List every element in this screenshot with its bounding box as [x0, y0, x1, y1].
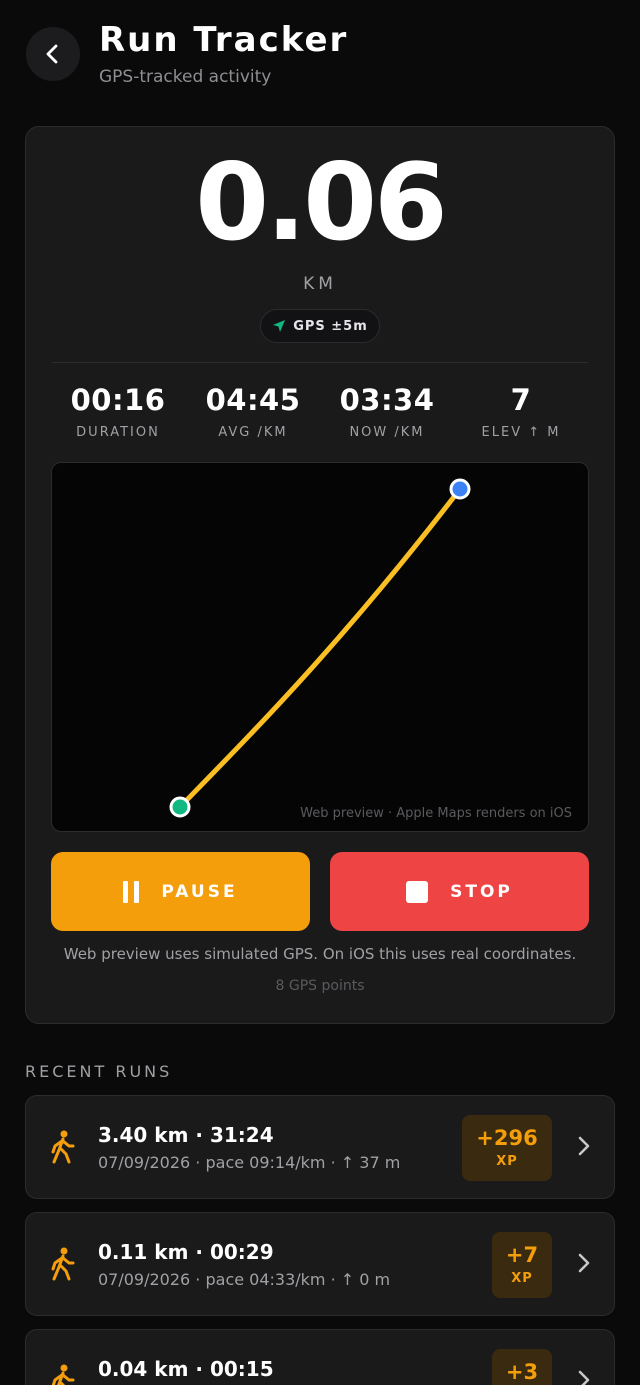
list-item[interactable]: 0.11 km · 00:29 07/09/2026 · pace 04:33/…	[25, 1212, 615, 1316]
walking-person-icon	[51, 1247, 75, 1281]
stat-value: 04:45	[205, 383, 301, 417]
walking-person-icon	[51, 1130, 75, 1164]
route-path	[177, 486, 463, 810]
simulated-gps-note: Web preview uses simulated GPS. On iOS t…	[63, 945, 577, 963]
distance-unit: KM	[303, 274, 337, 294]
chevron-left-icon	[46, 44, 58, 64]
stat-elevation: 7 ELEV ↑ M	[451, 383, 591, 440]
stop-icon	[406, 880, 429, 903]
gps-points-count: 8 GPS points	[275, 978, 365, 994]
stat-label: AVG /KM	[218, 424, 288, 440]
xp-badge: +296 XP	[462, 1115, 552, 1181]
stat-avg-pace: 04:45 AVG /KM	[183, 383, 323, 440]
xp-unit: XP	[511, 1270, 533, 1286]
gps-accuracy-label: GPS ±5m	[293, 318, 368, 334]
xp-unit: XP	[496, 1153, 518, 1169]
xp-badge: +3 XP	[492, 1349, 552, 1385]
stat-value: 7	[510, 383, 532, 417]
stat-duration: 00:16 DURATION	[48, 383, 188, 440]
chevron-right-icon	[578, 1370, 590, 1385]
xp-value: +7	[505, 1243, 539, 1268]
route-start-marker	[169, 796, 191, 818]
stat-label: ELEV ↑ M	[481, 424, 561, 440]
run-details: 07/09/2026 · pace 04:33/km · ↑ 0 m	[98, 1270, 391, 1289]
walking-person-icon	[51, 1364, 75, 1385]
pause-label: PAUSE	[161, 881, 238, 902]
pause-icon	[123, 880, 140, 903]
xp-badge: +7 XP	[492, 1232, 552, 1298]
list-item[interactable]: 0.04 km · 00:15 +3 XP	[25, 1329, 615, 1385]
run-summary: 0.04 km · 00:15	[98, 1357, 274, 1381]
stat-value: 00:16	[70, 383, 166, 417]
stat-current-pace: 03:34 NOW /KM	[317, 383, 457, 440]
page-subtitle: GPS-tracked activity	[99, 67, 272, 87]
back-button[interactable]	[26, 27, 80, 81]
route-end-marker	[449, 478, 471, 500]
run-summary: 0.11 km · 00:29	[98, 1240, 274, 1264]
divider	[52, 362, 588, 363]
stat-label: NOW /KM	[349, 424, 425, 440]
stat-label: DURATION	[76, 424, 160, 440]
location-arrow-icon	[273, 320, 286, 332]
stop-button[interactable]: STOP	[330, 852, 589, 931]
map-preview-note: Web preview · Apple Maps renders on iOS	[300, 806, 572, 821]
chevron-right-icon	[578, 1253, 590, 1273]
gps-accuracy-badge: GPS ±5m	[260, 309, 380, 343]
run-details: 07/09/2026 · pace 09:14/km · ↑ 37 m	[98, 1153, 401, 1172]
run-summary: 3.40 km · 31:24	[98, 1123, 274, 1147]
xp-value: +296	[476, 1126, 538, 1151]
chevron-right-icon	[578, 1136, 590, 1156]
stat-value: 03:34	[339, 383, 435, 417]
route-map-canvas	[169, 478, 471, 818]
stop-label: STOP	[450, 881, 513, 902]
distance-value: 0.06	[195, 141, 448, 264]
run-tracker-screen: Run Tracker GPS-tracked activity 0.06 KM…	[0, 0, 640, 1385]
xp-value: +3	[505, 1360, 539, 1385]
recent-runs-heading: RECENT RUNS	[25, 1062, 173, 1081]
route-map[interactable]: Web preview · Apple Maps renders on iOS	[51, 462, 589, 832]
pause-button[interactable]: PAUSE	[51, 852, 310, 931]
list-item[interactable]: 3.40 km · 31:24 07/09/2026 · pace 09:14/…	[25, 1095, 615, 1199]
page-title: Run Tracker	[99, 20, 349, 60]
